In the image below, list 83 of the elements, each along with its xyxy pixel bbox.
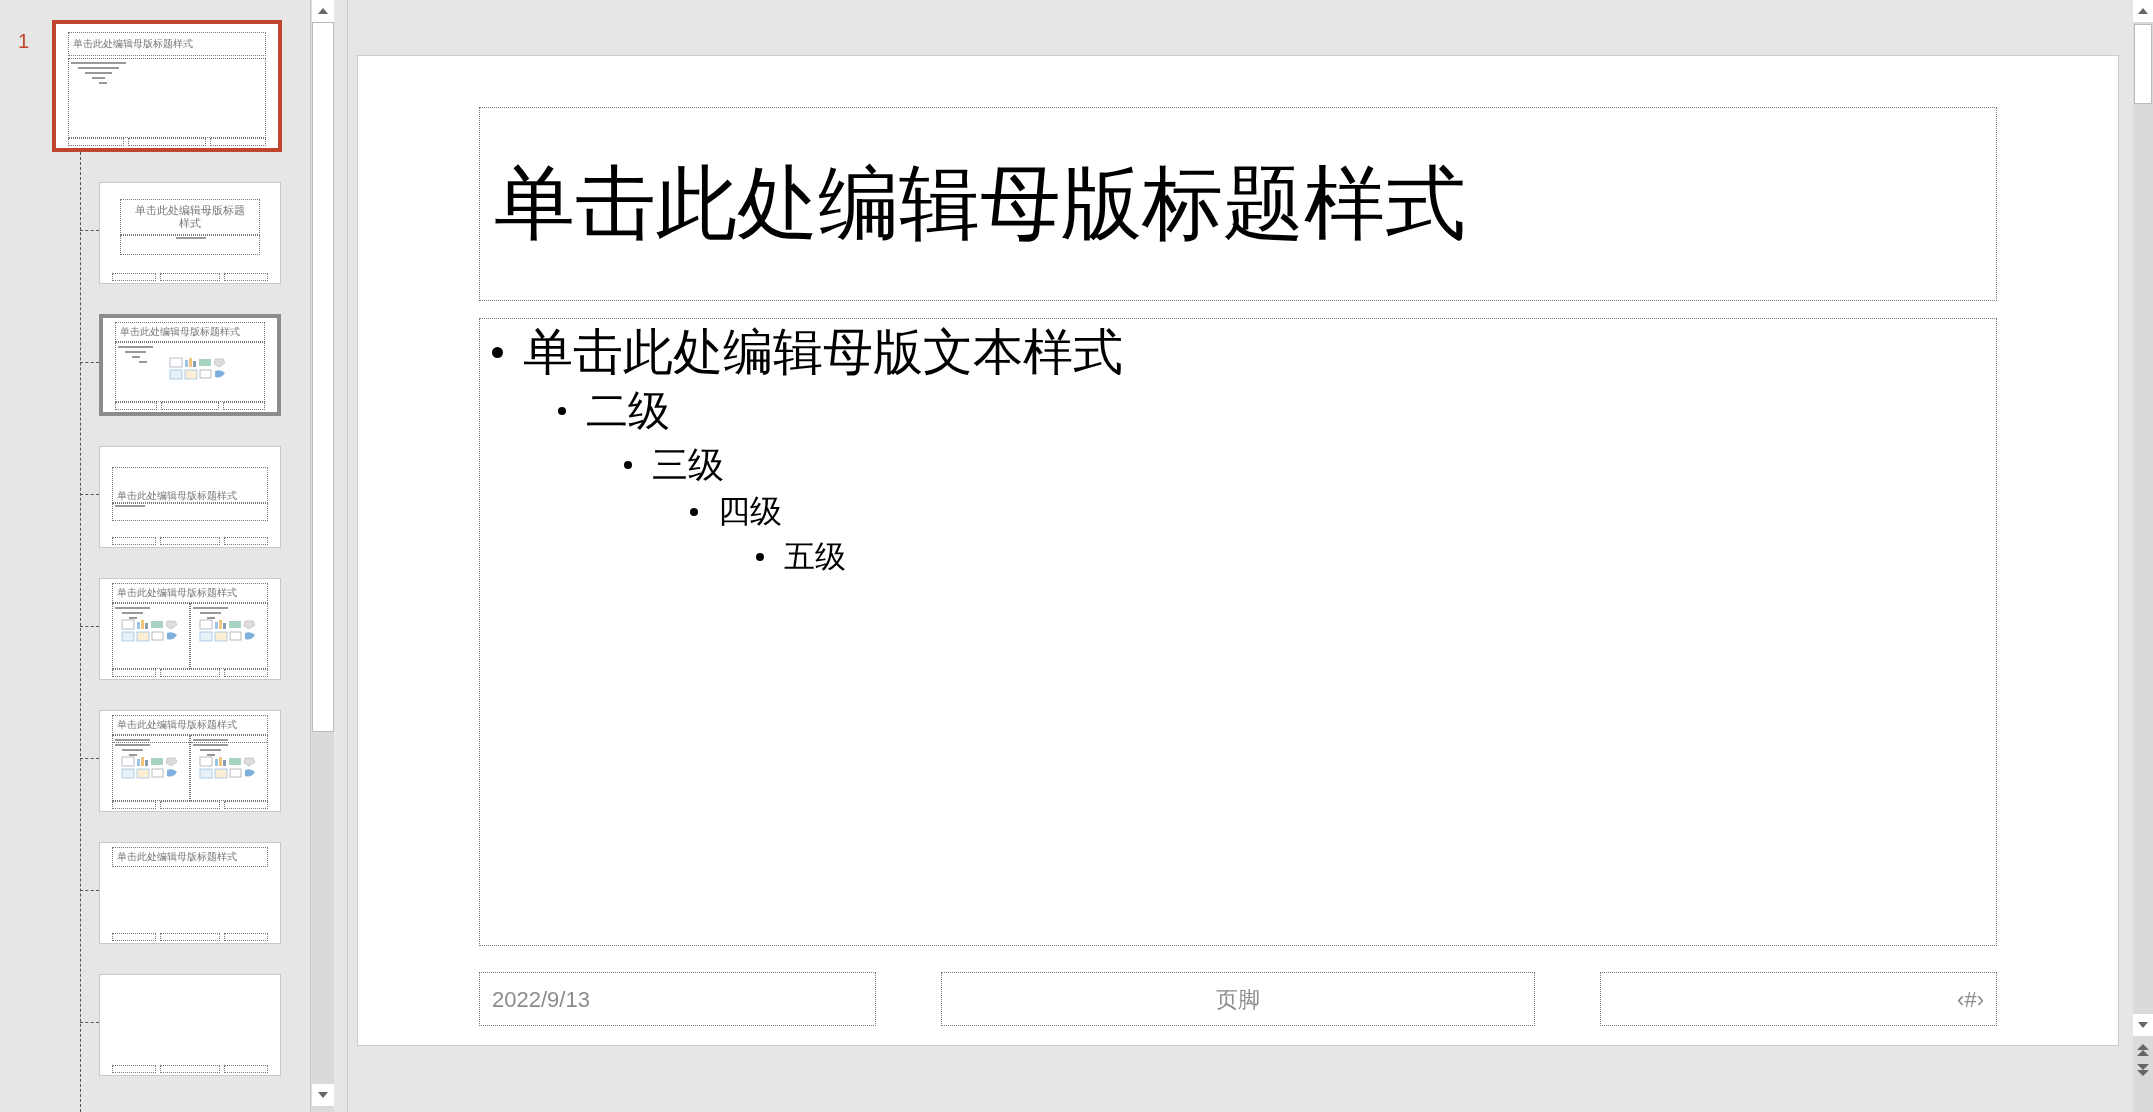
date-placeholder[interactable]: 2022/9/13 <box>479 972 876 1026</box>
slide-thumbnail[interactable]: 单击此处编辑母版标题样式 <box>99 578 281 680</box>
footer-placeholder <box>68 138 125 146</box>
footer-placeholder <box>115 402 157 410</box>
footer-placeholder <box>112 273 156 281</box>
slide-thumbnail[interactable] <box>99 974 281 1076</box>
bullet-icon <box>492 346 503 358</box>
content-icons-drawing <box>199 756 257 780</box>
slide-thumbnail[interactable]: 单击此处编辑母版标题样式 <box>99 182 281 284</box>
content-icons-drawing <box>121 756 179 780</box>
thumbnail-title: 单击此处编辑母版标题样式 <box>117 719 237 731</box>
footer-placeholder <box>224 273 268 281</box>
bullet-icon <box>690 507 698 516</box>
bullet-icon <box>756 552 764 561</box>
footer-placeholder <box>209 138 266 146</box>
footer-placeholder <box>112 801 156 809</box>
text-lines-drawing <box>115 505 145 507</box>
footer-placeholder <box>161 402 219 410</box>
content-icons-drawing <box>121 619 179 643</box>
bullet-icon <box>558 407 566 415</box>
text-lines-drawing <box>176 237 206 239</box>
footer-placeholder <box>112 933 156 941</box>
content-icons-drawing <box>199 619 257 643</box>
body-text: 单击此处编辑母版文本样式 <box>523 323 1123 382</box>
body-text: 四级 <box>718 492 782 531</box>
footer-placeholder <box>224 669 268 677</box>
thumbnail-title: 单击此处编辑母版标题样式 <box>73 38 193 50</box>
scroll-down-icon[interactable] <box>2133 1014 2153 1036</box>
bullet-icon <box>624 460 632 469</box>
footer-placeholder <box>224 801 268 809</box>
slide-number: 1 <box>17 29 31 54</box>
scroll-up-icon[interactable] <box>2133 0 2153 22</box>
footer-placeholder <box>224 537 268 545</box>
slide-number-placeholder[interactable]: ‹#› <box>1600 972 1997 1026</box>
slide-thumbnail[interactable]: 单击此处编辑母版标题样式 <box>52 20 282 152</box>
footer-placeholder <box>112 537 156 545</box>
footer-placeholder <box>159 1065 221 1073</box>
footer-placeholder <box>112 1065 156 1073</box>
scroll-up-icon[interactable] <box>311 0 334 22</box>
scroll-down-icon[interactable] <box>311 1084 334 1106</box>
slide-thumbnail[interactable]: 单击此处编辑母版标题样式 <box>99 710 281 812</box>
text-lines-drawing <box>71 62 126 84</box>
slide-number-text: ‹#› <box>1957 985 1984 1014</box>
scrollbar[interactable] <box>310 0 334 1112</box>
slide-title: 单击此处编辑母版标题样式 <box>494 157 1466 251</box>
thumbnail-title: 单击此处编辑母版标题样式 <box>117 587 237 599</box>
thumbnail-title: 单击此处编辑母版标题样式 <box>117 851 237 863</box>
footer-placeholder <box>159 273 221 281</box>
footer-placeholder[interactable]: 页脚 <box>940 972 1536 1026</box>
body-text: 二级 <box>586 386 670 436</box>
thumbnail-title: 单击此处编辑母版标题样式 <box>135 204 245 230</box>
scrollbar-thumb[interactable] <box>2134 24 2152 104</box>
text-lines-drawing <box>193 739 228 741</box>
footer-placeholder <box>223 402 265 410</box>
body-text: 五级 <box>784 538 846 576</box>
slide-thumbnail[interactable]: 单击此处编辑母版标题样式 <box>99 842 281 944</box>
text-lines-drawing <box>115 744 150 756</box>
title-placeholder[interactable]: 单击此处编辑母版标题样式 <box>479 107 1997 301</box>
text-lines-drawing <box>193 607 228 619</box>
previous-slide-icon[interactable] <box>2137 1044 2149 1056</box>
thumbnail-title: 单击此处编辑母版标题样式 <box>117 490 237 502</box>
footer-placeholder <box>224 933 268 941</box>
text-lines-drawing <box>118 346 153 363</box>
footer-placeholder <box>159 933 221 941</box>
date-text: 2022/9/13 <box>492 985 590 1014</box>
slide-thumbnail[interactable]: 单击此处编辑母版标题样式 <box>99 314 281 416</box>
scrollbar-thumb[interactable] <box>311 22 334 732</box>
footer-placeholder <box>224 1065 268 1073</box>
footer-placeholder <box>159 669 221 677</box>
body-placeholder[interactable]: 单击此处编辑母版文本样式 二级 三级 四级 五级 <box>479 318 1997 946</box>
footer-text: 页脚 <box>1216 985 1260 1014</box>
footer-placeholder <box>112 669 156 677</box>
slide-thumbnail[interactable]: 单击此处编辑母版标题样式 <box>99 446 281 548</box>
next-slide-icon[interactable] <box>2137 1064 2149 1076</box>
text-lines-drawing <box>193 744 228 756</box>
scrollbar[interactable] <box>2133 0 2153 1112</box>
footer-placeholder <box>159 801 221 809</box>
text-lines-drawing <box>115 739 150 741</box>
content-icons-drawing <box>169 357 227 381</box>
thumbnail-title: 单击此处编辑母版标题样式 <box>120 326 240 338</box>
footer-placeholder <box>159 537 221 545</box>
text-lines-drawing <box>115 607 150 619</box>
body-text: 三级 <box>652 443 724 487</box>
